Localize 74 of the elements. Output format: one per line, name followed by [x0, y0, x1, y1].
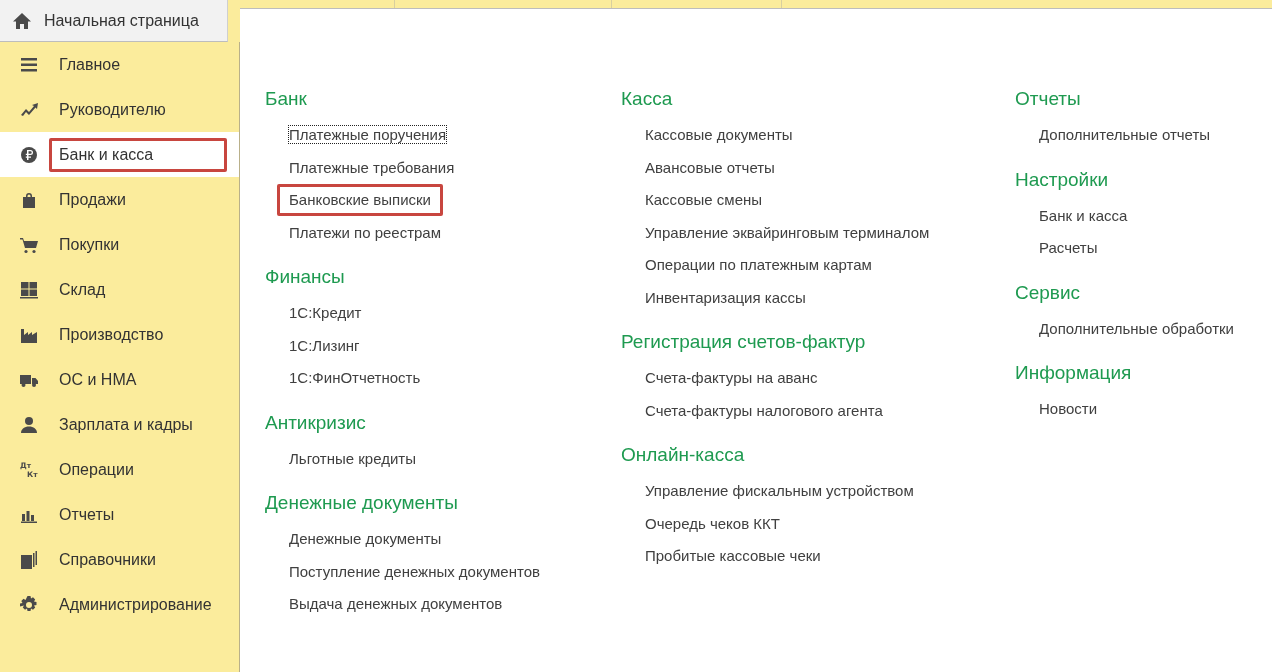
section-heading: Настройки [1015, 167, 1110, 192]
sidebar-item[interactable]: Продажи [0, 177, 239, 222]
section-heading: Антикризис [265, 410, 367, 435]
nav-link[interactable]: Выдача денежных документов [277, 588, 515, 621]
sidebar-item[interactable]: Производство [0, 312, 239, 357]
home-icon [12, 11, 32, 30]
home-tab[interactable]: Начальная страница [0, 0, 228, 42]
sidebar-item-label: Склад [58, 279, 107, 300]
nav-link[interactable]: 1С:Лизинг [277, 329, 372, 362]
sidebar-item[interactable]: Зарплата и кадры [0, 402, 239, 447]
nav-link[interactable]: 1С:ФинОтчетность [277, 362, 433, 395]
sidebar-item-label: Справочники [58, 549, 157, 570]
nav-link[interactable]: Кассовые смены [633, 184, 775, 217]
nav-link[interactable]: Дополнительные обработки [1027, 312, 1246, 345]
menu-icon [20, 55, 38, 74]
nav-link[interactable]: Авансовые отчеты [633, 151, 787, 184]
nav-link[interactable]: Расчеты [1027, 232, 1110, 265]
section-heading: Финансы [265, 265, 346, 289]
nav-link[interactable]: Платежные требования [277, 151, 467, 184]
nav-link[interactable]: Операции по платежным картам [633, 249, 884, 282]
sidebar-item-label: Банк и касса [49, 137, 227, 172]
section-heading: Информация [1015, 361, 1133, 385]
nav-link[interactable]: Новости [1027, 393, 1110, 426]
nav-link[interactable]: Банк и касса [1027, 199, 1140, 232]
sidebar-item-label: Операции [58, 459, 135, 480]
nav-link[interactable]: Платежные поручения [277, 119, 459, 152]
grid-icon [20, 280, 38, 299]
sidebar-item-label: Отчеты [58, 504, 116, 525]
nav-link[interactable]: Кассовые документы [633, 119, 805, 152]
section-heading: Касса [621, 87, 674, 111]
section-heading: Банк [265, 87, 308, 111]
sidebar-item[interactable]: ОС и НМА [0, 357, 239, 402]
section-heading: Отчеты [1015, 87, 1082, 111]
nav-link[interactable]: Управление фискальным устройством [633, 475, 926, 508]
nav-link[interactable]: Денежные документы [277, 523, 454, 556]
sidebar-item-label: Главное [58, 54, 122, 75]
sidebar-item-label: Продажи [58, 189, 127, 210]
nav-link[interactable]: Дополнительные отчеты [1027, 119, 1223, 152]
person-icon [20, 415, 38, 434]
section-heading: Сервис [1015, 280, 1082, 305]
nav-link[interactable]: Пробитые кассовые чеки [633, 540, 833, 573]
nav-link[interactable]: Инвентаризация кассы [633, 281, 818, 314]
nav-link[interactable]: Банковские выписки [277, 184, 443, 217]
sidebar-item-label: ОС и НМА [58, 369, 138, 390]
nav-link[interactable]: Управление эквайринговым терминалом [633, 216, 942, 249]
sidebar-item[interactable]: Руководителю [0, 87, 239, 132]
ruble-coin-icon [20, 145, 38, 164]
sidebar-item-label: Зарплата и кадры [58, 414, 194, 435]
sidebar-item[interactable]: Главное [0, 42, 239, 87]
nav-link[interactable]: 1С:Кредит [277, 297, 374, 330]
sidebar-item[interactable]: Администрирование [0, 582, 239, 627]
nav-link[interactable]: Льготные кредиты [277, 442, 428, 475]
trend-icon [20, 100, 38, 119]
shopping-bag-icon [20, 190, 38, 209]
section-heading: Онлайн-касса [621, 443, 746, 467]
gear-icon [20, 595, 38, 614]
sidebar-item-label: Администрирование [58, 594, 213, 615]
section-heading: Регистрация счетов-фактур [621, 330, 867, 354]
sidebar-item-label: Руководителю [58, 99, 167, 120]
sidebar-item-label: Покупки [58, 234, 121, 255]
sidebar-item[interactable]: Покупки [0, 222, 239, 267]
sidebar-item-label: Производство [58, 324, 165, 345]
section-heading: Денежные документы [265, 491, 459, 515]
nav-link[interactable]: Поступление денежных документов [277, 555, 552, 588]
nav-link[interactable]: Платежи по реестрам [277, 216, 454, 249]
book-stack-icon [20, 550, 38, 569]
cart-icon [20, 235, 38, 254]
nav-link[interactable]: Счета-фактуры налогового агента [633, 394, 895, 427]
sidebar-item[interactable]: Отчеты [0, 492, 239, 537]
nav-link[interactable]: Очередь чеков ККТ [633, 507, 792, 540]
sidebar-item[interactable]: Справочники [0, 537, 239, 582]
nav-link[interactable]: Счета-фактуры на аванс [633, 362, 830, 395]
sidebar-item[interactable]: Склад [0, 267, 239, 312]
sidebar-item[interactable]: Банк и касса [0, 132, 239, 177]
